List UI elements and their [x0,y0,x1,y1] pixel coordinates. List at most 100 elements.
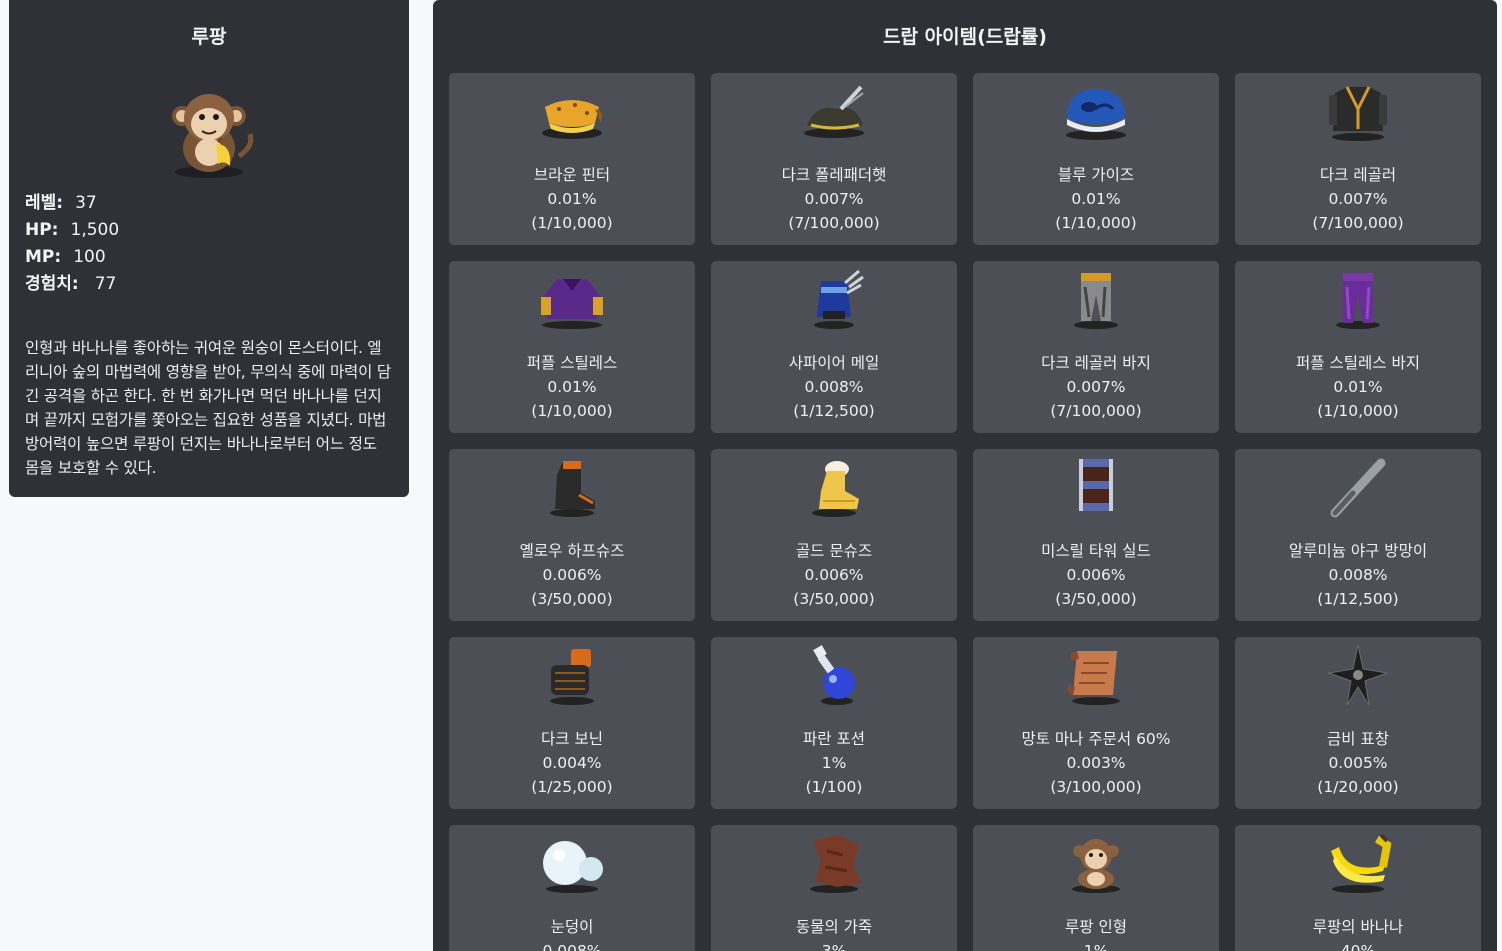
drop-item-rate: 0.006% [1066,566,1126,584]
drop-item-name: 다크 레골러 [1319,166,1397,184]
drop-item-rate: 0.01% [1071,190,1121,208]
drop-items-grid: 브라운 핀터 0.01% (1/10,000) 다크 폴레패더햇 0.007% (7/10… [449,73,1481,951]
stat-label: 경험치: [25,274,79,294]
dark-pants-icon [1074,273,1118,329]
banana-icon [1331,833,1392,893]
drop-item-name: 루팡 인형 [1065,918,1127,936]
tower-shield-icon [1079,459,1113,511]
stat-hp: HP: 1,500 [25,217,393,244]
drop-item-name: 퍼플 스틸레스 [526,354,618,372]
gold-shoes-icon [812,461,859,517]
drop-items-title: 드랍 아이템(드랍률) [883,26,1047,48]
drop-item-rate: 0.01% [1333,378,1383,396]
drop-item-fraction: (1/12,500) [1317,590,1399,608]
animal-skin-icon [810,835,861,893]
monster-description: 인형과 바나나를 좋아하는 귀여운 원숭이 몬스터이다. 엘리니아 숲의 마법력… [25,339,391,477]
feather-hat-icon [804,85,864,138]
baseball-bat-icon [1330,458,1386,518]
drop-item-card[interactable]: 퍼플 스틸레스 바지 0.01% (1/10,000) [1235,261,1481,433]
sapphire-mail-icon [814,269,864,329]
drop-item-fraction: (3/100,000) [1050,778,1142,796]
drop-item-name: 눈덩이 [550,918,594,936]
boots-icon [550,461,595,517]
drop-item-card[interactable]: 다크 레골러 0.007% (7/100,000) [1235,73,1481,245]
drop-item-card[interactable]: 망토 마나 주문서 60% 0.003% (3/100,000) [973,637,1219,809]
drop-item-card[interactable]: 금비 표창 0.005% (1/20,000) [1235,637,1481,809]
drop-item-fraction: (1/10,000) [1055,214,1137,232]
drop-item-fraction: (1/100) [805,778,863,796]
drop-item-rate: 0.007% [1066,378,1126,396]
drop-item-name: 브라운 핀터 [533,166,611,184]
drop-item-card[interactable]: 사파이어 메일 0.008% (1/12,500) [711,261,957,433]
monster-info-panel: 루팡 레벨: 37 HP: 1,500 MP: 100 경험치: 77 인형과 … [9,0,409,497]
drop-item-name: 미스릴 타워 실드 [1041,542,1151,560]
drop-item-card[interactable]: 블루 가이즈 0.01% (1/10,000) [973,73,1219,245]
scroll-icon [1067,651,1120,705]
purple-top-icon [541,279,603,329]
stat-label: HP: [25,220,59,240]
drop-item-card[interactable]: 다크 레골러 바지 0.007% (7/100,000) [973,261,1219,433]
drop-item-rate: 0.008% [1328,566,1388,584]
monster-name: 루팡 [191,26,227,48]
drop-item-rate: 0.007% [804,190,864,208]
drop-item-card[interactable]: 브라운 핀터 0.01% (1/10,000) [449,73,695,245]
drop-item-card[interactable]: 알루미늄 야구 방망이 0.008% (1/12,500) [1235,449,1481,621]
drop-item-rate: 1% [1083,942,1109,951]
drop-item-card[interactable]: 퍼플 스틸레스 0.01% (1/10,000) [449,261,695,433]
drop-item-fraction: (7/100,000) [1050,402,1142,420]
drop-item-fraction: (7/100,000) [788,214,880,232]
drop-item-rate: 0.006% [542,566,602,584]
drop-item-card[interactable]: 동물의 가죽 3% [711,825,957,951]
drop-item-card[interactable]: 루팡의 바나나 40% [1235,825,1481,951]
drop-item-rate: 0.007% [1328,190,1388,208]
drop-item-rate: 0.003% [1066,754,1126,772]
drop-item-rate: 3% [821,942,847,951]
drop-item-name: 금비 표창 [1327,730,1389,748]
drop-item-fraction: (3/50,000) [1055,590,1137,608]
drop-item-card[interactable]: 미스릴 타워 실드 0.006% (3/50,000) [973,449,1219,621]
monster-stats: 레벨: 37 HP: 1,500 MP: 100 경험치: 77 [25,190,393,298]
drop-item-name: 파란 포션 [803,730,865,748]
drop-item-rate: 0.005% [1328,754,1388,772]
drop-item-fraction: (1/10,000) [531,214,613,232]
drop-item-rate: 0.01% [547,190,597,208]
stat-value: 1,500 [70,220,120,240]
drop-item-name: 다크 레골러 바지 [1041,354,1151,372]
stat-label: 레벨: [25,193,64,213]
stat-label: MP: [25,247,62,267]
drop-item-name: 골드 문슈즈 [795,542,873,560]
drop-item-card[interactable]: 눈덩이 0.008% [449,825,695,951]
drop-item-card[interactable]: 루팡 인형 1% [973,825,1219,951]
stat-value: 100 [73,247,106,267]
drop-item-card[interactable]: 다크 보닌 0.004% (1/25,000) [449,637,695,809]
stat-mp: MP: 100 [25,244,393,271]
drop-item-card[interactable]: 옐로우 하프슈즈 0.006% (3/50,000) [449,449,695,621]
drop-item-rate: 1% [821,754,847,772]
stat-value: 77 [94,274,117,294]
drop-item-name: 퍼플 스틸레스 바지 [1296,354,1420,372]
monkey-holding-banana-icon [172,94,254,178]
drop-item-name: 다크 보닌 [541,730,603,748]
blue-potion-icon [813,645,855,705]
throwing-star-icon [1327,644,1389,706]
dark-armor-icon [1329,86,1387,141]
drop-item-fraction: (1/10,000) [1317,402,1399,420]
drop-item-rate: 40% [1340,942,1376,951]
drop-item-fraction: (1/20,000) [1317,778,1399,796]
drop-item-rate: 0.01% [547,378,597,396]
drop-item-fraction: (1/25,000) [531,778,613,796]
drop-item-card[interactable]: 다크 폴레패더햇 0.007% (7/100,000) [711,73,957,245]
drop-item-card[interactable]: 골드 문슈즈 0.006% (3/50,000) [711,449,957,621]
stat-value: 37 [75,193,97,213]
stat-exp: 경험치: 77 [25,271,393,298]
drop-item-rate: 0.008% [804,378,864,396]
drop-item-fraction: (3/50,000) [793,590,875,608]
drop-item-name: 알루미늄 야구 방망이 [1288,542,1428,560]
drop-item-card[interactable]: 파란 포션 1% (1/100) [711,637,957,809]
drop-item-rate: 0.004% [542,754,602,772]
drop-item-fraction: (7/100,000) [1312,214,1404,232]
drop-item-name: 옐로우 하프슈즈 [519,542,625,560]
drop-item-fraction: (1/12,500) [793,402,875,420]
drop-item-fraction: (3/50,000) [531,590,613,608]
monkey-doll-icon [1072,839,1120,893]
